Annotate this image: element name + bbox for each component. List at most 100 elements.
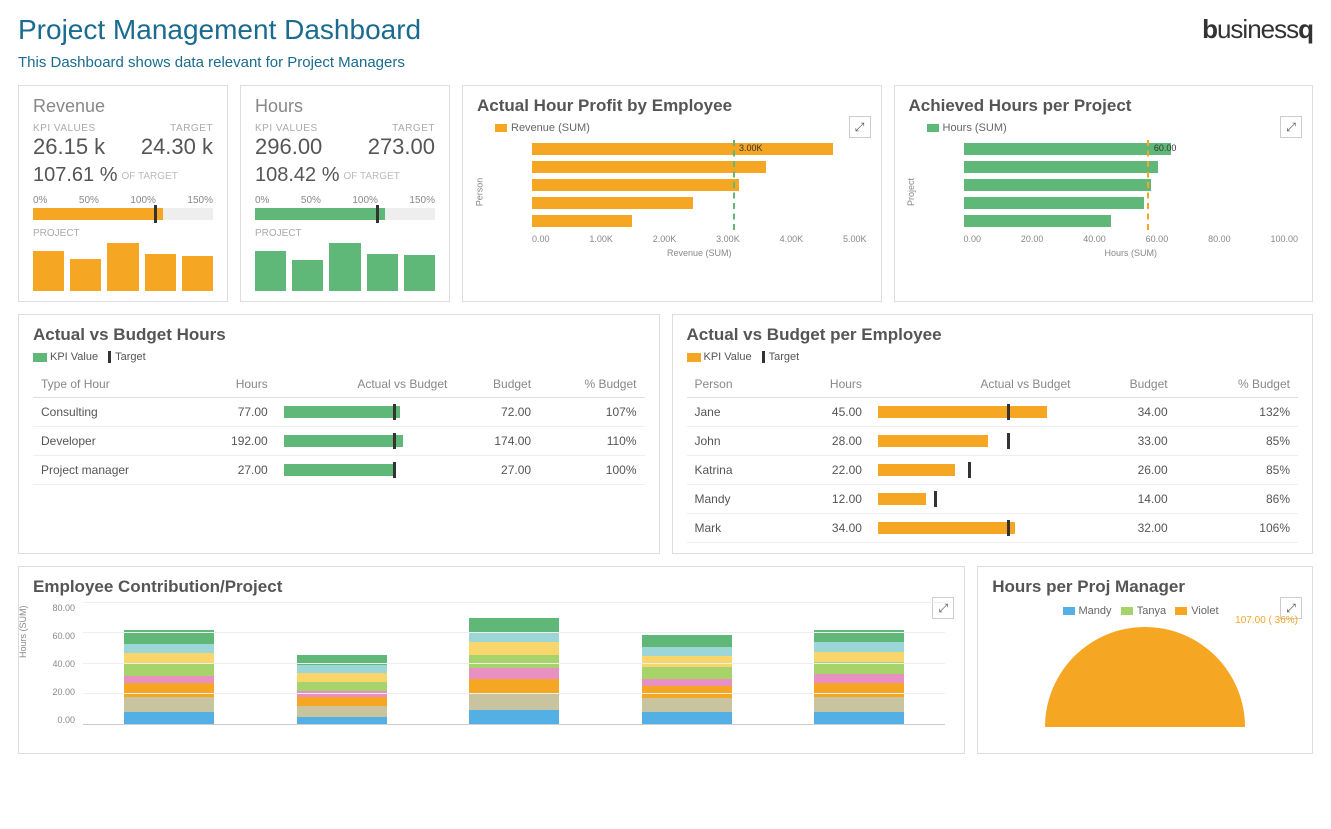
mini-bar	[367, 254, 398, 291]
hbar-bar	[532, 179, 739, 191]
hbar-bar	[964, 161, 1158, 173]
stacked-bar	[814, 630, 904, 724]
column-header[interactable]: % Budget	[539, 371, 644, 398]
cell-hours: 22.00	[784, 456, 870, 485]
data-table: Type of HourHoursActual vs BudgetBudget%…	[33, 371, 645, 485]
logo-businessq: businessq	[1202, 14, 1313, 45]
reference-line	[733, 140, 735, 230]
bullet-cell	[878, 522, 1071, 534]
stack-segment	[124, 676, 214, 684]
chart-title: Employee Contribution/Project	[33, 577, 950, 597]
target-label: TARGET	[392, 123, 435, 134]
chart-title: Hours per Proj Manager	[992, 577, 1298, 597]
expand-icon[interactable]: ⤢	[849, 116, 871, 138]
bullet-bar	[33, 208, 213, 220]
stack-segment	[469, 710, 559, 724]
cell-budget: 32.00	[1078, 514, 1175, 543]
cell-name: Katrina	[687, 456, 784, 485]
hbar-bar	[532, 197, 693, 209]
cell-hours: 192.00	[194, 427, 276, 456]
cell-pct: 100%	[539, 456, 644, 485]
x-tick: 40.00	[1083, 234, 1106, 244]
column-header[interactable]: Actual vs Budget	[276, 371, 456, 398]
hours-per-manager-card: Hours per Proj Manager⤢Mandy Tanya Viole…	[977, 566, 1313, 754]
pie-chart	[1045, 627, 1245, 727]
stack-segment	[642, 698, 732, 712]
column-header[interactable]: Person	[687, 371, 784, 398]
hbar-chart: Project 3Project 5Project 1Project 4Proj…	[909, 140, 1299, 258]
cell-name: Jane	[687, 398, 784, 427]
table-row: Consulting77.0072.00107%	[33, 398, 645, 427]
bullet-cell	[284, 464, 448, 476]
stack-segment	[297, 665, 387, 673]
mini-bar	[182, 256, 213, 291]
column-header[interactable]: Type of Hour	[33, 371, 194, 398]
cell-pct: 110%	[539, 427, 644, 456]
stack-segment	[124, 683, 214, 697]
cell-name: Mark	[687, 514, 784, 543]
x-tick: 100.00	[1270, 234, 1298, 244]
table-legend: KPI ValueTarget	[687, 351, 1299, 363]
stacked-bar	[297, 655, 387, 725]
table-title: Actual vs Budget Hours	[33, 325, 645, 345]
cell-name: John	[687, 427, 784, 456]
expand-icon[interactable]: ⤢	[1280, 116, 1302, 138]
page-title: Project Management Dashboard	[18, 14, 421, 46]
stack-segment	[469, 642, 559, 654]
bullet-cell	[878, 464, 1071, 476]
stack-segment	[297, 655, 387, 666]
cell-pct: 132%	[1176, 398, 1298, 427]
column-header[interactable]: % Budget	[1176, 371, 1298, 398]
stacked-bar	[469, 618, 559, 724]
mini-bar-chart	[255, 243, 435, 291]
kpi-value: 296.00	[255, 134, 322, 160]
hours-per-project-card: Achieved Hours per Project⤢Hours (SUM) Pr…	[894, 85, 1314, 302]
cell-pct: 85%	[1176, 427, 1298, 456]
x-tick: 0.00	[532, 234, 550, 244]
stack-segment	[469, 694, 559, 711]
column-header[interactable]: Hours	[194, 371, 276, 398]
data-table: PersonHoursActual vs BudgetBudget% Budge…	[687, 371, 1299, 543]
hours-kpi-card: HoursKPI VALUESTARGET296.00273.00108.42 …	[240, 85, 450, 302]
cell-pct: 85%	[1176, 456, 1298, 485]
bullet-cell	[878, 435, 1071, 447]
hbar-bar	[964, 215, 1111, 227]
column-header[interactable]: Budget	[455, 371, 539, 398]
column-header[interactable]: Budget	[1078, 371, 1175, 398]
kpi-values-label: KPI VALUES	[255, 123, 318, 134]
cell-hours: 28.00	[784, 427, 870, 456]
column-header[interactable]: Actual vs Budget	[870, 371, 1079, 398]
bullet-cell	[284, 435, 448, 447]
actual-vs-budget-employee-card: Actual vs Budget per EmployeeKPI ValueTa…	[672, 314, 1314, 554]
bullet-cell	[878, 406, 1071, 418]
tick-label: 50%	[79, 195, 99, 206]
x-tick: 0.00	[964, 234, 982, 244]
stack-segment	[469, 679, 559, 694]
stacked-bar-chart: 80.0060.0040.0020.000.00Hours (SUM)	[33, 603, 950, 743]
hbar-bar	[964, 197, 1145, 209]
column-header[interactable]: Hours	[784, 371, 870, 398]
y-tick: 80.00	[52, 603, 75, 613]
tick-label: 0%	[255, 195, 269, 206]
y-axis-label: Person	[474, 178, 484, 207]
table-legend: KPI ValueTarget	[33, 351, 645, 363]
hbar-bar	[532, 215, 632, 227]
pie-value-label: 107.00 ( 36%)	[1235, 615, 1298, 626]
chart-title: Achieved Hours per Project	[909, 96, 1299, 116]
tick-label: 100%	[130, 195, 156, 206]
x-axis-label: Revenue (SUM)	[532, 248, 867, 258]
target-value: 24.30 k	[141, 134, 213, 160]
chart-legend: Hours (SUM)	[927, 122, 1299, 134]
cell-budget: 33.00	[1078, 427, 1175, 456]
stack-segment	[642, 647, 732, 656]
cell-budget: 72.00	[455, 398, 539, 427]
stack-segment	[297, 673, 387, 682]
stack-segment	[814, 683, 904, 697]
stacked-bar	[642, 635, 732, 724]
bullet-bar	[255, 208, 435, 220]
page-subtitle: This Dashboard shows data relevant for P…	[18, 54, 421, 71]
table-row: Developer192.00174.00110%	[33, 427, 645, 456]
y-tick: 20.00	[52, 687, 75, 697]
stack-segment	[814, 712, 904, 724]
stack-segment	[124, 697, 214, 712]
